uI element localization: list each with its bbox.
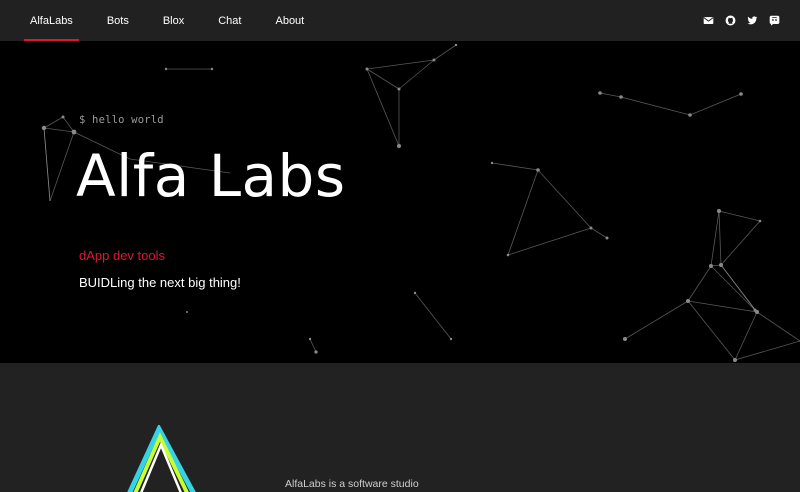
discord-icon[interactable] bbox=[769, 15, 780, 26]
hero-subtitle: dApp dev tools bbox=[79, 248, 166, 263]
nav-item-label: AlfaLabs bbox=[30, 14, 73, 27]
top-navbar: AlfaLabs Bots Blox Chat About bbox=[0, 0, 800, 41]
nav-item-about[interactable]: About bbox=[269, 0, 310, 41]
alfalabs-logo bbox=[127, 425, 196, 492]
hero-section: $ hello world Alfa Labs dApp dev tools B… bbox=[0, 41, 800, 363]
nav-item-bots[interactable]: Bots bbox=[101, 0, 135, 41]
envelope-icon[interactable] bbox=[703, 15, 714, 26]
nav-item-label: Bots bbox=[106, 14, 129, 27]
terminal-prompt: $ hello world bbox=[79, 114, 164, 126]
nav-item-label: Chat bbox=[218, 14, 242, 27]
nav-links: AlfaLabs Bots Blox Chat About bbox=[24, 0, 332, 41]
nav-item-alfalabs[interactable]: AlfaLabs bbox=[24, 0, 79, 41]
hero-tagline: BUIDLing the next big thing! bbox=[79, 275, 241, 290]
about-text: AlfaLabs is a software studio bbox=[285, 478, 419, 490]
twitter-icon[interactable] bbox=[747, 15, 758, 26]
about-section: AlfaLabs is a software studio bbox=[0, 363, 800, 492]
page-title: Alfa Labs bbox=[76, 142, 346, 210]
github-icon[interactable] bbox=[725, 15, 736, 26]
nav-item-label: About bbox=[275, 14, 305, 27]
nav-item-label: Blox bbox=[162, 14, 185, 27]
social-icons bbox=[703, 0, 780, 41]
nav-item-chat[interactable]: Chat bbox=[212, 0, 247, 41]
nav-item-blox[interactable]: Blox bbox=[157, 0, 190, 41]
